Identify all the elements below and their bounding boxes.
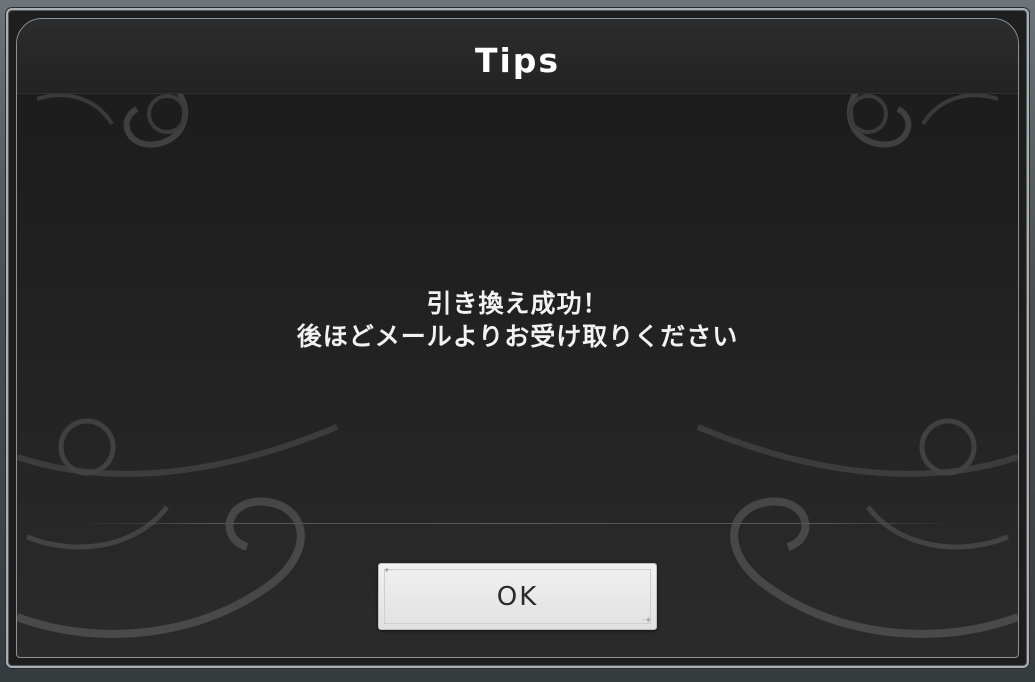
sparkle-icon: ·✦ (641, 616, 652, 626)
game-screen: Tips 引き換え成功！ 後ほどメールよりお受け取りください ✦· ·✦ OK (0, 0, 1035, 682)
dialog-header: Tips (17, 19, 1018, 94)
tips-dialog: Tips 引き換え成功！ 後ほどメールよりお受け取りください ✦· ·✦ OK (6, 8, 1029, 668)
sparkle-icon: ✦· (383, 566, 394, 576)
corner-ornament-icon (17, 418, 339, 638)
ok-button[interactable]: ✦· ·✦ OK (378, 563, 657, 630)
dialog-title: Tips (474, 41, 561, 80)
ok-button-label: OK (496, 582, 539, 612)
message-line: 引き換え成功！ (426, 289, 609, 318)
dialog-body: Tips 引き換え成功！ 後ほどメールよりお受け取りください ✦· ·✦ OK (16, 18, 1019, 658)
divider (77, 523, 958, 524)
corner-ornament-icon (696, 418, 1018, 638)
message-line: 後ほどメールよりお受け取りください (296, 322, 739, 351)
dialog-message: 引き換え成功！ 後ほどメールよりお受け取りください (17, 287, 1018, 353)
